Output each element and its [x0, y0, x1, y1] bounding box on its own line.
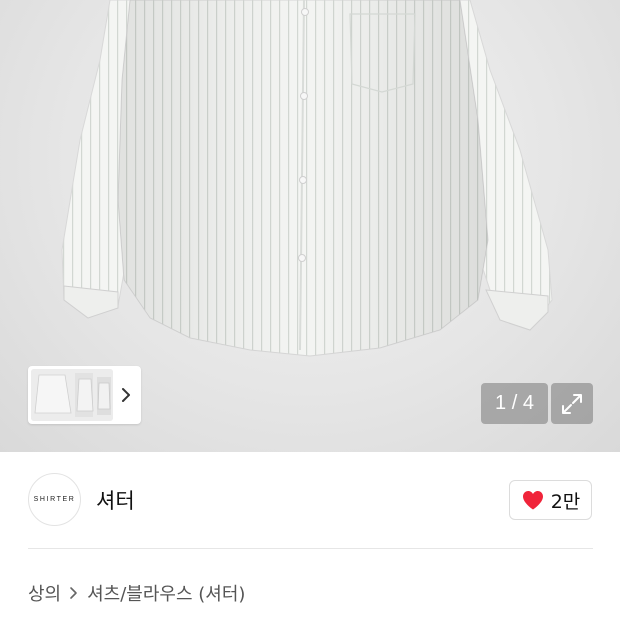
brand-logo-text: SHIRTER: [33, 496, 76, 503]
brand-logo[interactable]: SHIRTER: [28, 473, 81, 526]
like-count: 2만: [550, 490, 581, 513]
brand-name[interactable]: 셔터: [96, 485, 135, 515]
product-image-gallery[interactable]: 1 / 4: [0, 0, 620, 452]
like-button[interactable]: 2만: [509, 480, 592, 520]
thumbnail-next-button[interactable]: [115, 380, 137, 410]
breadcrumb: 상의 셔츠/블라우스 (셔터): [28, 580, 245, 606]
breadcrumb-separator: [69, 586, 79, 600]
heart-icon: [522, 491, 543, 510]
breadcrumb-item-category[interactable]: 상의: [28, 580, 61, 606]
thumbnail-shirt-icon: [31, 369, 113, 421]
chevron-right-icon: [122, 388, 130, 402]
chevron-right-icon: [70, 587, 77, 599]
thumbnail-image[interactable]: [31, 369, 113, 421]
thumbnail-strip[interactable]: [28, 366, 141, 424]
image-counter-text: 1 / 4: [495, 392, 534, 414]
image-counter: 1 / 4: [481, 383, 548, 424]
breadcrumb-item-subcategory[interactable]: 셔츠/블라우스 (셔터): [87, 580, 245, 606]
expand-button[interactable]: [551, 383, 593, 424]
brand-row: SHIRTER 셔터 2만: [28, 471, 593, 529]
expand-icon: [562, 393, 582, 414]
divider: [28, 548, 593, 549]
